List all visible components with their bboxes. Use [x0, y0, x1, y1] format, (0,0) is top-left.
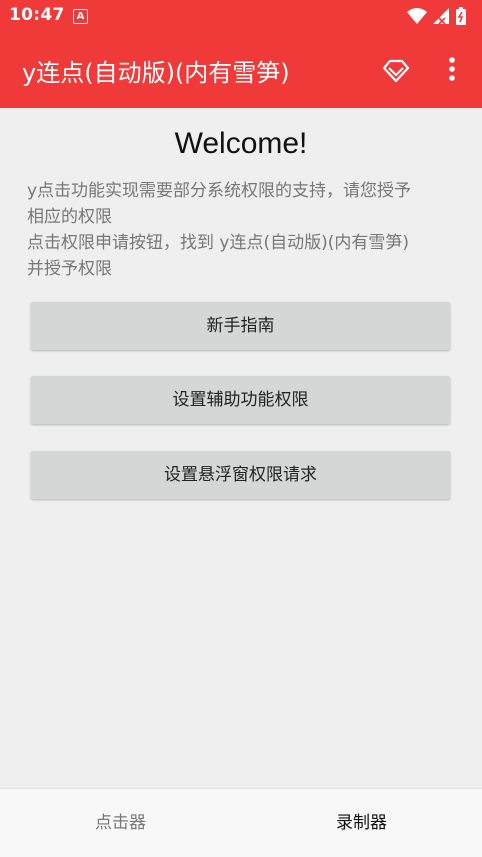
app-title: y连点(自动版)(内有雪笋) — [22, 59, 290, 87]
permission-description: y点击功能实现需要部分系统权限的支持，请您授予 相应的权限 点击权限申请按钮，找… — [27, 178, 467, 282]
welcome-title: Welcome! — [174, 127, 308, 160]
bottom-nav: 点击器 录制器 — [0, 788, 482, 857]
description-line: y点击功能实现需要部分系统权限的支持，请您授予 — [27, 181, 412, 201]
main-content: Welcome! y点击功能实现需要部分系统权限的支持，请您授予 相应的权限 点… — [0, 108, 482, 788]
app-bar: y连点(自动版)(内有雪笋) — [0, 32, 482, 108]
status-bar: 10:47 A — [0, 0, 482, 32]
accessibility-permission-button[interactable]: 设置辅助功能权限 — [31, 376, 450, 424]
guide-button[interactable]: 新手指南 — [31, 302, 450, 350]
battery-icon — [456, 7, 466, 25]
description-line: 并授予权限 — [27, 259, 112, 279]
description-line: 点击权限申请按钮，找到 y连点(自动版)(内有雪笋) — [27, 233, 409, 253]
nav-item-recorder[interactable]: 录制器 — [241, 789, 482, 857]
notification-a-icon: A — [73, 9, 88, 24]
diamond-icon[interactable] — [380, 54, 412, 86]
overlay-permission-button[interactable]: 设置悬浮窗权限请求 — [31, 451, 450, 499]
wifi-icon — [407, 8, 427, 24]
nav-item-clicker[interactable]: 点击器 — [0, 789, 241, 857]
more-vert-icon[interactable] — [444, 54, 460, 86]
description-line: 相应的权限 — [27, 207, 112, 227]
status-time: 10:47 — [9, 5, 65, 25]
system-icons — [407, 7, 466, 25]
